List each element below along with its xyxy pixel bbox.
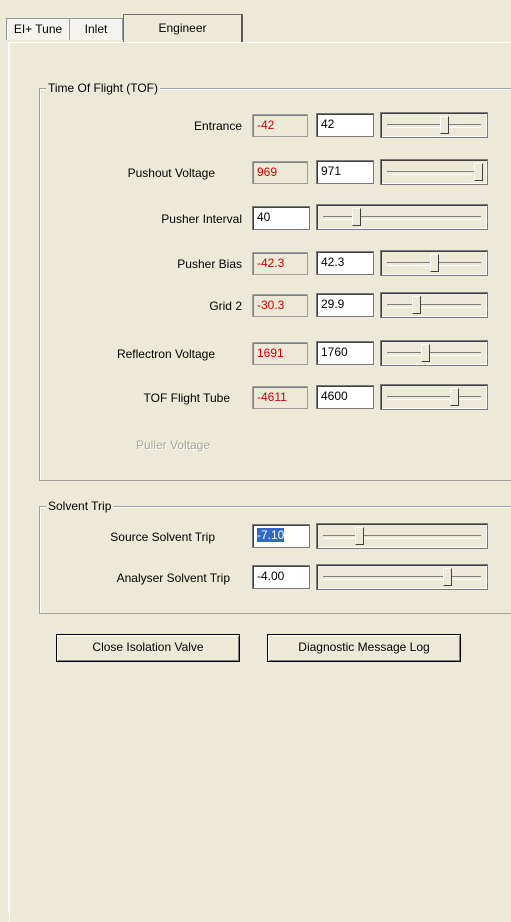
tab-ei-tune[interactable]: EI+ Tune xyxy=(6,18,70,40)
grid-2-readback: -30.3 xyxy=(252,294,308,317)
tof-flight-tube-slider[interactable] xyxy=(380,384,488,410)
tab-inlet[interactable]: Inlet xyxy=(69,18,123,40)
slider-thumb[interactable] xyxy=(355,527,364,545)
grid-2-label: Grid 2 xyxy=(209,299,242,313)
pusher-bias-slider[interactable] xyxy=(380,250,488,276)
reflectron-voltage-setpoint-field[interactable]: 1760 xyxy=(316,341,374,365)
pusher-interval-slider[interactable] xyxy=(316,204,488,230)
pusher-interval-label: Pusher Interval xyxy=(161,212,242,226)
pusher-interval-setpoint-field[interactable]: 40 xyxy=(252,206,310,230)
tof-group: Time Of Flight (TOF) xyxy=(39,81,511,481)
analyser-solvent-trip-field[interactable]: -4.00 xyxy=(252,565,310,589)
tab-engineer[interactable]: Engineer xyxy=(123,14,243,43)
analyser-solvent-trip-label: Analyser Solvent Trip xyxy=(116,571,230,585)
analyser-solvent-trip-slider[interactable] xyxy=(316,564,488,590)
slider-thumb[interactable] xyxy=(421,344,430,362)
pusher-bias-label: Pusher Bias xyxy=(177,257,242,271)
pushout-voltage-setpoint-field[interactable]: 971 xyxy=(316,160,374,184)
slider-thumb[interactable] xyxy=(412,296,421,314)
slider-track xyxy=(387,304,481,308)
source-solvent-trip-field[interactable]: -7.10 xyxy=(252,524,310,548)
tof-flight-tube-setpoint-field[interactable]: 4600 xyxy=(316,385,374,409)
slider-track xyxy=(387,171,481,175)
source-solvent-trip-slider[interactable] xyxy=(316,523,488,549)
slider-thumb[interactable] xyxy=(430,254,439,272)
slider-track xyxy=(387,396,481,400)
slider-thumb[interactable] xyxy=(450,388,459,406)
entrance-setpoint-field[interactable]: 42 xyxy=(316,113,374,137)
entrance-label: Entrance xyxy=(193,119,242,133)
slider-thumb[interactable] xyxy=(474,163,483,181)
slider-track xyxy=(323,216,481,220)
slider-thumb[interactable] xyxy=(352,208,361,226)
slider-thumb[interactable] xyxy=(440,116,449,134)
close-isolation-valve-button[interactable]: Close Isolation Valve xyxy=(56,634,240,662)
reflectron-voltage-readback: 1691 xyxy=(252,342,308,365)
reflectron-voltage-label: Reflectron Voltage xyxy=(116,347,215,361)
source-solvent-trip-label: Source Solvent Trip xyxy=(110,530,215,544)
grid-2-setpoint-field[interactable]: 29.9 xyxy=(316,293,374,317)
pushout-voltage-slider[interactable] xyxy=(380,159,488,185)
tof-flight-tube-label: TOF Flight Tube xyxy=(143,391,230,405)
solvent-trip-group-title: Solvent Trip xyxy=(46,499,114,514)
slider-track xyxy=(323,576,481,580)
entrance-readback: -42 xyxy=(252,114,308,137)
pusher-bias-setpoint-field[interactable]: 42.3 xyxy=(316,251,374,275)
grid-2-slider[interactable] xyxy=(380,292,488,318)
pushout-voltage-label: Pushout Voltage xyxy=(127,166,215,180)
pusher-bias-readback: -42.3 xyxy=(252,252,308,275)
puller-voltage-label: Puller Voltage xyxy=(135,438,210,452)
tab-strip: EI+ Tune Inlet Engineer xyxy=(0,0,511,43)
slider-track xyxy=(323,535,481,539)
tof-flight-tube-readback: -4611 xyxy=(252,386,308,409)
slider-track xyxy=(387,124,481,128)
engineer-panel: Time Of Flight (TOF) Entrance -42 42 Pus… xyxy=(9,42,511,922)
diagnostic-message-log-button[interactable]: Diagnostic Message Log xyxy=(267,634,461,662)
reflectron-voltage-slider[interactable] xyxy=(380,340,488,366)
pushout-voltage-readback: 969 xyxy=(252,161,308,184)
entrance-slider[interactable] xyxy=(380,112,488,138)
tof-group-title: Time Of Flight (TOF) xyxy=(46,81,161,96)
slider-thumb[interactable] xyxy=(443,568,452,586)
slider-track xyxy=(387,352,481,356)
source-solvent-trip-value: -7.10 xyxy=(257,528,285,542)
